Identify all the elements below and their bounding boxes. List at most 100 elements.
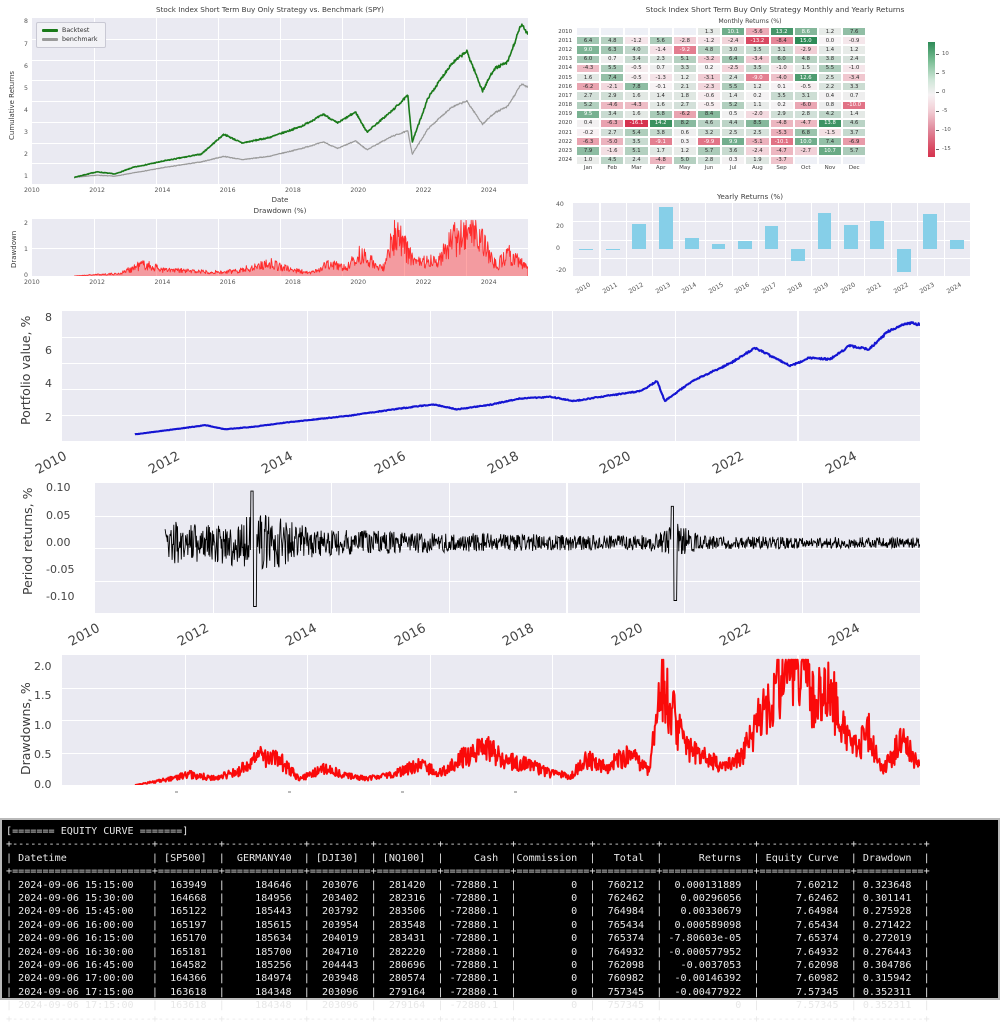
heatmap-cell: 8.6 <box>793 27 818 37</box>
axis-tick: 8 <box>24 18 28 26</box>
heatmap-row: 2023 7.9 -1.6 5.1 1.7 1.2 5.7 3.6 -2.4 -4.7 -2.7 10… <box>548 146 867 156</box>
axis-tick: 4 <box>24 106 28 114</box>
heatmap-cell: 8.4 <box>696 109 722 119</box>
heatmap-cell: -6.0 <box>793 100 818 110</box>
heatmap-cell: 10.7 <box>817 146 843 156</box>
heatmap-cell: 1.6 <box>648 100 673 110</box>
heatmap-year-label: 2016 <box>558 83 572 90</box>
heatmap-title: Stock Index Short Term Buy Only Strategy… <box>645 5 905 14</box>
heatmap-cell: -1.2 <box>624 36 649 46</box>
yearly-xtick: 2010 <box>574 281 592 296</box>
heatmap-cell: 9.0 <box>576 45 601 55</box>
heatmap-cell: -3.4 <box>842 72 867 83</box>
axis-tick: 2016 <box>391 620 429 650</box>
yearly-return-bar <box>605 248 620 250</box>
heatmap-cell: 4.6 <box>842 118 867 129</box>
heatmap-cell: 5.2 <box>576 100 601 110</box>
axis-tick: 2016 <box>219 279 236 286</box>
axis-tick: 2010 <box>24 187 40 194</box>
yearly-xtick: 2018 <box>786 281 804 296</box>
axis-tick: 6 <box>45 344 52 357</box>
portfolio-value-ylabel: Portfolio value, % <box>18 315 33 425</box>
axis-tick: 0 <box>24 272 28 279</box>
heatmap-cell: -3.4 <box>745 54 770 64</box>
yearly-return-bar <box>870 220 885 249</box>
heatmap-cell: 0.4 <box>817 91 843 101</box>
axis-tick: 2012 <box>174 620 212 650</box>
heatmap-row: 2021 -0.2 2.7 5.4 3.8 0.6 3.2 2.5 2.5 -5.3 6.8 -1.5… <box>548 128 867 138</box>
axis-tick: 2022 <box>710 448 747 478</box>
heatmap-cell: 0.5 <box>721 109 746 119</box>
heatmap-cell: 6.8 <box>793 128 818 138</box>
heatmap-cell: -3.1 <box>696 72 722 83</box>
heatmap-cell: 3.2 <box>696 128 722 138</box>
heatmap-cell: 1.1 <box>745 100 770 110</box>
equity-curve-terminal: [======= EQUITY CURVE =======] +--------… <box>0 818 1000 1025</box>
heatmap-cell: 6.0 <box>576 54 601 64</box>
heatmap-cell: -0.5 <box>624 63 649 73</box>
heatmap-month-label: Jun <box>704 164 714 171</box>
heatmap-cell: -4.6 <box>600 100 625 110</box>
heatmap-cell: 5.5 <box>721 82 746 92</box>
heatmap-cell: 3.5 <box>769 91 794 101</box>
heatmap-cell: 1.2 <box>745 82 770 92</box>
heatmap-cell: -0.1 <box>648 82 673 92</box>
heatmap-year-label: 2024 <box>558 157 572 164</box>
colorbar-tick-mark <box>936 72 939 74</box>
heatmap-row: 2016 -6.2 -2.1 7.8 -0.1 2.1 -2.3 5.5 1.2 0.1 -0.5 2… <box>548 82 867 92</box>
heatmap-cell: 13.2 <box>769 27 794 37</box>
heatmap-cell: 0.2 <box>769 100 794 110</box>
heatmap-cell: -4.7 <box>769 146 794 156</box>
heatmap-cell: 5.5 <box>817 63 843 73</box>
heatmap-cell: -6.9 <box>842 137 867 147</box>
heatmap-cell: 5.5 <box>600 63 625 73</box>
axis-tick: 2012 <box>89 187 105 194</box>
heatmap-cell: 2.4 <box>842 54 867 64</box>
heatmap-cell: 1.9 <box>745 155 770 165</box>
colorbar-tick-mark <box>936 111 939 112</box>
heatmap-cell: -5.1 <box>745 137 770 147</box>
yearly-returns-title: Yearly Returns (%) <box>716 192 784 201</box>
heatmap-cell: -6.3 <box>600 118 625 129</box>
heatmap-cell: 1.4 <box>721 91 746 101</box>
yearly-xtick: 2015 <box>707 281 725 296</box>
heatmap-cell: -4.8 <box>648 155 673 165</box>
monthly-returns-heatmap: 2010 1.3 10.1 -5.6 13.2 8.6 1.2 7.6 2011 6.4 4.8 -1… <box>548 27 867 174</box>
axis-tick: 2018 <box>285 187 301 194</box>
heatmap-cell: 3.4 <box>624 54 649 64</box>
yearly-return-bar <box>817 212 832 249</box>
heatmap-cell: 0.3 <box>721 155 746 165</box>
heatmap-cell <box>648 27 673 37</box>
heatmap-month-label: Sep <box>776 164 787 171</box>
axis-tick: 8 <box>45 310 52 324</box>
heatmap-year-label: 2010 <box>558 28 572 35</box>
heatmap-cell: 5.6 <box>648 36 673 46</box>
axis-tick: 7 <box>24 40 28 48</box>
heatmap-cell: -0.9 <box>842 36 867 46</box>
heatmap-cell: 12.6 <box>793 72 818 83</box>
heatmap-cell: 0.2 <box>696 63 722 73</box>
heatmap-row: 2011 6.4 4.8 -1.2 5.6 -2.8 -1.2 -2.4 -13.2 -8.4 15… <box>548 36 867 46</box>
heatmap-cell: 5.7 <box>696 146 722 156</box>
axis-tick: -0.10 <box>46 589 75 603</box>
heatmap-colorbar <box>928 42 935 157</box>
yearly-xtick: 2020 <box>839 281 857 296</box>
heatmap-cell: 5.8 <box>648 109 673 119</box>
period-returns-line <box>164 490 920 607</box>
axis-tick: 2020 <box>350 187 367 194</box>
axis-tick: 2014 <box>154 187 171 194</box>
heatmap-cell: -0.6 <box>696 91 722 101</box>
heatmap-year-label: 2020 <box>558 120 572 127</box>
heatmap-cell: 0.4 <box>576 118 601 129</box>
heatmap-cell: 0.7 <box>842 91 867 101</box>
yearly-xtick: 2022 <box>892 281 910 296</box>
heatmap-cell: 3.8 <box>648 128 673 138</box>
heatmap-year-label: 2022 <box>558 138 572 145</box>
legend-item-backtest: Backtest <box>42 26 100 35</box>
heatmap-cell: -1.0 <box>842 63 867 73</box>
axis-tick: 0 <box>556 244 560 252</box>
axis-tick: 2 <box>24 151 28 159</box>
colorbar-tick-mark <box>936 149 939 151</box>
heatmap-cell: -6.2 <box>576 82 601 92</box>
heatmap-cell: 5.1 <box>624 146 649 156</box>
